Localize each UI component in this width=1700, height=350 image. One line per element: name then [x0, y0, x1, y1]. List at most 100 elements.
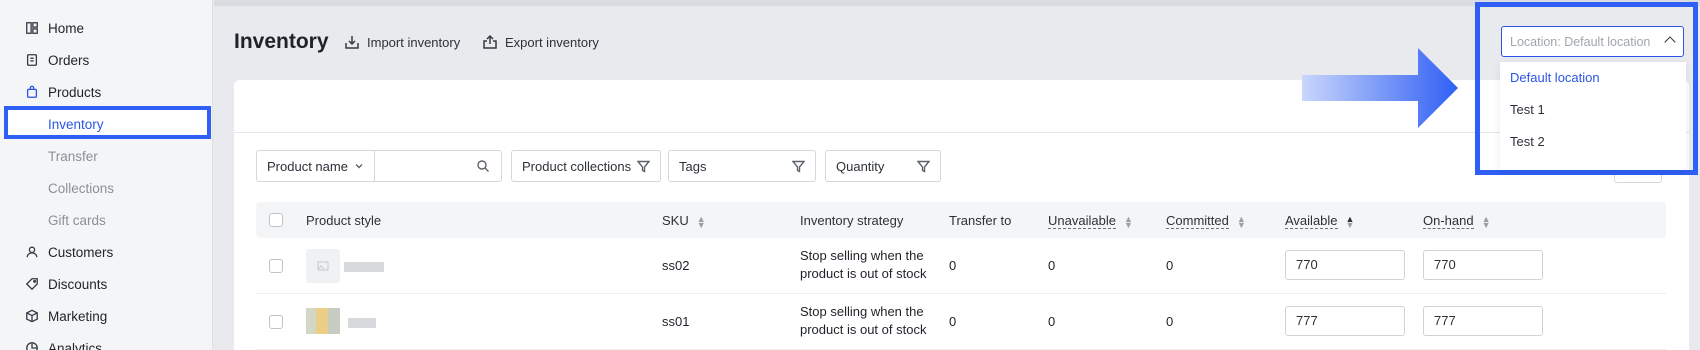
sidebar-item-label: Inventory [48, 116, 104, 132]
orders-icon [24, 52, 40, 68]
row-checkbox[interactable] [269, 259, 283, 273]
sidebar-item-collections[interactable]: Collections [0, 172, 212, 204]
sidebar-item-orders[interactable]: Orders [0, 44, 212, 76]
filter-label: Quantity [836, 158, 885, 174]
column-label: Committed [1166, 213, 1229, 229]
sidebar-item-label: Home [48, 20, 85, 36]
sidebar-item-label: Marketing [48, 308, 108, 324]
column-label: Available [1285, 213, 1338, 229]
unavailable-cell: 0 [1048, 314, 1056, 329]
available-input[interactable]: 770 [1285, 250, 1405, 280]
sidebar-item-discounts[interactable]: Discounts [0, 268, 212, 300]
sidebar-item-home[interactable]: Home [0, 12, 212, 44]
location-option-test-2[interactable]: Test 2 [1500, 126, 1686, 158]
unavailable-cell: 0 [1048, 258, 1056, 273]
sidebar-item-transfer[interactable]: Transfer [0, 140, 212, 172]
funnel-icon [637, 160, 650, 173]
sidebar-item-label: Orders [48, 52, 90, 68]
location-select-value: Location: Default location [1510, 34, 1651, 49]
funnel-icon [792, 160, 805, 173]
sidebar-item-customers[interactable]: Customers [0, 236, 212, 268]
product-name-redacted [344, 262, 384, 272]
cube-icon [24, 308, 40, 324]
strategy-line: Stop selling when the [800, 248, 924, 263]
location-option-test-1[interactable]: Test 1 [1500, 94, 1686, 126]
import-inventory-button[interactable]: Import inventory [344, 34, 460, 50]
on-hand-input[interactable]: 777 [1423, 306, 1543, 336]
table-row[interactable]: ss02 Stop selling when the product is ou… [256, 238, 1666, 294]
sidebar-item-marketing[interactable]: Marketing [0, 300, 212, 332]
right-arrow-annotation [1302, 48, 1458, 128]
tag-icon [24, 276, 40, 292]
column-label: On-hand [1423, 213, 1474, 229]
sort-icon: ▲ ▼ [1481, 213, 1491, 230]
row-checkbox[interactable] [269, 315, 283, 329]
strategy-line: Stop selling when the [800, 304, 924, 319]
column-unavailable[interactable]: Unavailable ▲ ▼ [1048, 213, 1133, 230]
chart-icon [24, 340, 40, 350]
sku-cell: ss02 [662, 258, 690, 273]
import-label: Import inventory [367, 34, 461, 50]
sidebar: Home Orders Products Inventory Transfer … [0, 0, 213, 350]
strategy-line: product is out of stock [800, 266, 927, 281]
sidebar-item-label: Products [48, 84, 102, 100]
column-label: Unavailable [1048, 213, 1116, 229]
committed-cell: 0 [1166, 258, 1174, 273]
export-label: Export inventory [505, 34, 599, 50]
sidebar-item-label: Collections [48, 180, 115, 196]
product-thumbnail [306, 308, 340, 334]
sidebar-item-label: Discounts [48, 276, 108, 292]
column-label: SKU [662, 213, 689, 228]
sort-asc-icon: ▲ ▼ [1345, 213, 1355, 230]
product-name-select[interactable]: Product name [257, 151, 375, 181]
bag-icon [24, 84, 40, 100]
funnel-icon [917, 160, 930, 173]
column-on-hand[interactable]: On-hand ▲ ▼ [1423, 213, 1491, 230]
filter-label: Tags [679, 158, 707, 174]
location-option-default[interactable]: Default location [1500, 62, 1686, 94]
column-available[interactable]: Available ▲ ▼ [1285, 213, 1355, 230]
sidebar-item-inventory[interactable]: Inventory [0, 108, 212, 140]
search-input[interactable] [375, 151, 501, 181]
tags-filter[interactable]: Tags [668, 150, 816, 182]
person-icon [24, 244, 40, 260]
divider [234, 132, 1689, 133]
location-menu: Default location Test 1 Test 2 [1500, 62, 1686, 170]
import-icon [345, 36, 359, 49]
available-input[interactable]: 777 [1285, 306, 1405, 336]
sort-icon: ▲ ▼ [1236, 213, 1246, 230]
transfer-to-cell: 0 [949, 258, 957, 273]
select-all-checkbox[interactable] [269, 213, 283, 227]
image-placeholder-icon [306, 249, 340, 283]
home-icon [24, 20, 40, 36]
chevron-down-icon [355, 164, 363, 169]
product-name-label: Product name [267, 158, 348, 174]
product-name-redacted [348, 318, 376, 328]
search-icon [477, 160, 489, 172]
sidebar-item-label: Transfer [48, 148, 98, 164]
page-title: Inventory [234, 30, 329, 53]
transfer-to-cell: 0 [949, 314, 957, 329]
sort-icon: ▲ ▼ [696, 213, 706, 230]
column-committed[interactable]: Committed ▲ ▼ [1166, 213, 1246, 230]
filter-label: Product collections [522, 158, 632, 174]
quantity-filter[interactable]: Quantity [825, 150, 941, 182]
sort-icon: ▲ ▼ [1123, 213, 1133, 230]
sidebar-item-products[interactable]: Products [0, 76, 212, 108]
product-collections-filter[interactable]: Product collections [511, 150, 661, 182]
sku-cell: ss01 [662, 314, 690, 329]
sidebar-item-analytics[interactable]: Analytics [0, 332, 212, 350]
location-select[interactable]: Location: Default location [1501, 26, 1684, 57]
on-hand-input[interactable]: 770 [1423, 250, 1543, 280]
strategy-line: product is out of stock [800, 322, 927, 337]
table-row[interactable]: ss01 Stop selling when the product is ou… [256, 294, 1666, 350]
export-inventory-button[interactable]: Export inventory [482, 34, 599, 50]
export-icon [483, 34, 497, 49]
column-transfer-to: Transfer to [949, 213, 1012, 228]
inventory-card: Product name Product collections Tags Qu… [234, 80, 1689, 350]
sidebar-item-gift-cards[interactable]: Gift cards [0, 204, 212, 236]
column-inventory-strategy: Inventory strategy [800, 213, 904, 228]
chevron-up-icon [1664, 36, 1676, 48]
column-sku[interactable]: SKU ▲ ▼ [662, 213, 706, 230]
strategy-cell: Stop selling when the product is out of … [800, 247, 926, 283]
